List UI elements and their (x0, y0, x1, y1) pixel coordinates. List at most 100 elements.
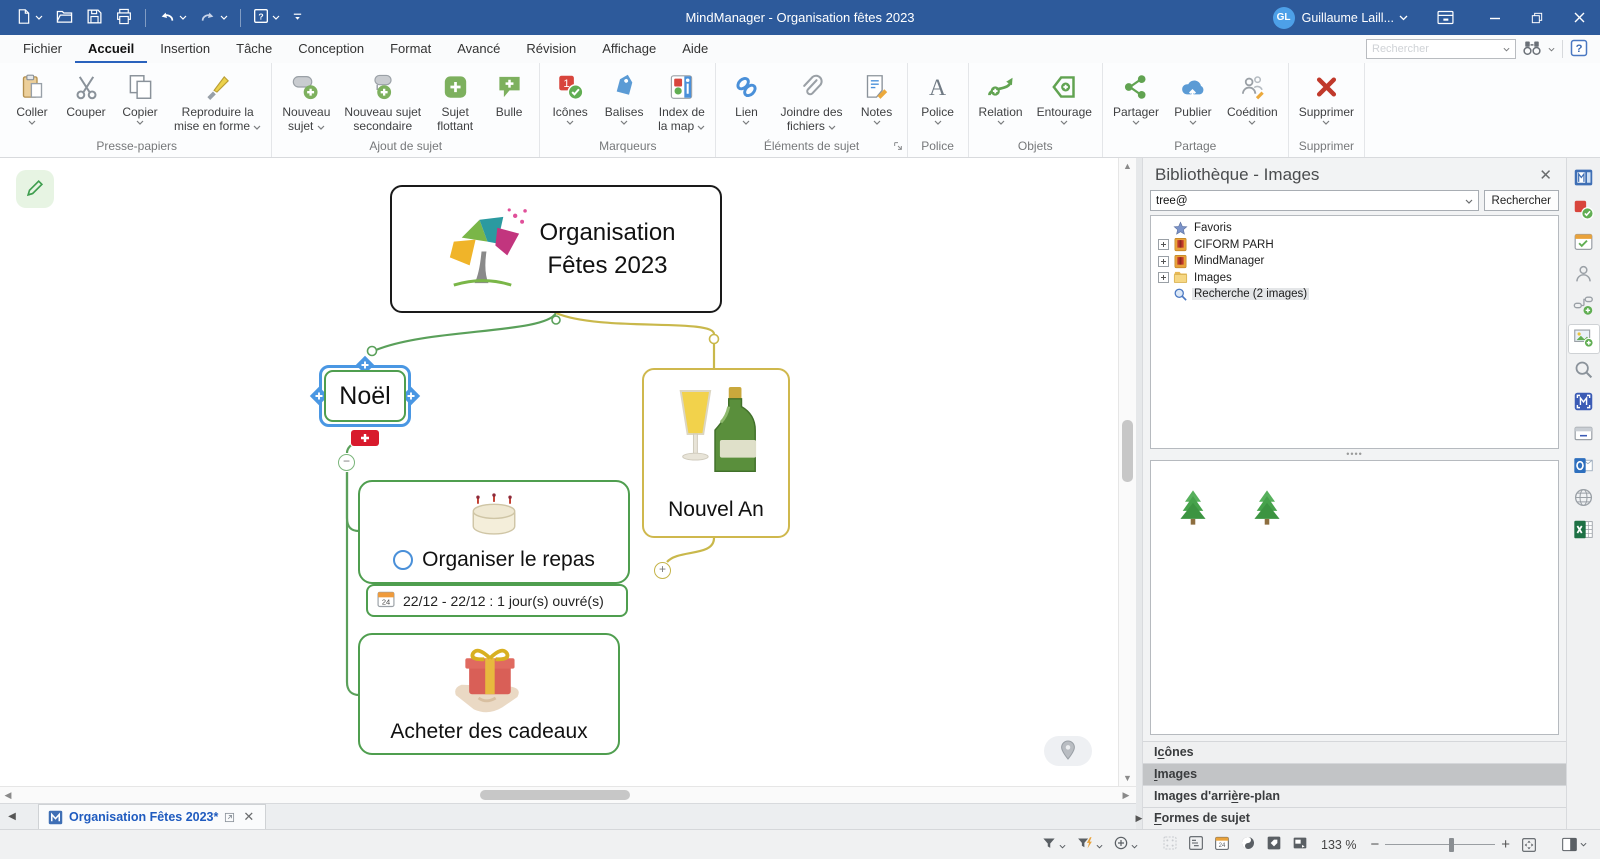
lien-button[interactable]: Lien (719, 68, 773, 129)
expand-icon[interactable] (1158, 239, 1169, 250)
user-name[interactable]: Guillaume Laill... (1302, 11, 1394, 25)
panel-close-icon[interactable]: ✕ (1535, 166, 1556, 184)
user-menu-chevron-icon[interactable] (1399, 11, 1408, 25)
resources-pane-button[interactable] (1569, 261, 1599, 289)
minimize-button[interactable] (1474, 0, 1516, 35)
ribbon-display-options-icon[interactable] (1424, 0, 1466, 35)
expand-icon[interactable] (1158, 272, 1169, 283)
task-date-info[interactable]: 24 22/12 - 22/12 : 1 jour(s) ouvré(s) (366, 584, 628, 617)
library-search-value[interactable]: tree@ (1156, 195, 1465, 207)
images-pane-button[interactable] (1569, 325, 1599, 353)
police-button[interactable]: APolice (911, 68, 965, 129)
combo-chevron-icon[interactable] (1465, 194, 1473, 208)
scroll-right-arrow[interactable]: ▶ (1118, 787, 1134, 803)
help-button[interactable]: ? (247, 5, 286, 31)
chevron-down-icon[interactable] (620, 119, 628, 128)
map-parts-pane-button[interactable] (1569, 293, 1599, 321)
tab-scroll-left-arrow[interactable]: ◀ (0, 804, 24, 829)
topic-noel[interactable]: Noël (324, 370, 406, 422)
excel-pane-button[interactable] (1569, 517, 1599, 545)
filter-button[interactable] (1036, 833, 1071, 857)
section-images[interactable]: Images (1143, 763, 1566, 785)
search-pane-button[interactable] (1569, 357, 1599, 385)
zoom-in-button[interactable]: + (1495, 836, 1516, 853)
topic-acheter-des-cadeaux[interactable]: Acheter des cadeaux (358, 633, 620, 755)
tree-item-ciform-parh[interactable]: CIFORM PARH (1151, 237, 1558, 254)
zoom-slider[interactable] (1385, 838, 1495, 852)
snap-pane-button[interactable] (1569, 389, 1599, 417)
topic-nouvel-an[interactable]: Nouvel An (642, 368, 790, 538)
chevron-down-icon[interactable] (1059, 838, 1066, 852)
power-filter-button[interactable] (1071, 833, 1108, 857)
ribbon-search-input[interactable] (1372, 43, 1503, 55)
task-progress-icon[interactable] (393, 550, 413, 570)
coedition-button[interactable]: Coédition (1220, 68, 1285, 129)
tab-aide[interactable]: Aide (669, 35, 721, 63)
library-pane-button[interactable] (1569, 165, 1599, 193)
tree-item-mindmanager[interactable]: MindManager (1151, 253, 1558, 270)
tab-fichier[interactable]: Fichier (10, 35, 75, 63)
section-images-d-arriere-plan[interactable]: Images d'arrière-plan (1143, 785, 1566, 807)
vertical-scrollbar[interactable]: ▲ ▼ (1118, 158, 1136, 786)
balises-button[interactable]: Balises (597, 68, 651, 129)
ribbon-search-box[interactable] (1366, 39, 1516, 59)
panel-inner-splitter[interactable]: •••• (1143, 449, 1566, 460)
coller-button[interactable]: Coller (5, 68, 59, 129)
tab-avance[interactable]: Avancé (444, 35, 513, 63)
supprimer-button[interactable]: Supprimer (1292, 68, 1361, 129)
sujet-flottant-button[interactable]: Sujetflottant (428, 68, 482, 134)
schedule-view-button[interactable]: 24 (1209, 833, 1235, 857)
partager-button[interactable]: Partager (1106, 68, 1166, 129)
print-button[interactable] (109, 5, 139, 31)
chevron-down-icon[interactable] (1248, 119, 1256, 128)
chevron-down-icon[interactable] (997, 119, 1005, 128)
chevron-down-icon[interactable] (1322, 119, 1330, 128)
bulle-button[interactable]: Bulle (482, 68, 536, 120)
restore-button[interactable] (1516, 0, 1558, 35)
panel-splitter[interactable]: ▶ (1136, 158, 1142, 829)
popout-icon[interactable] (224, 812, 235, 823)
chevron-down-icon[interactable] (1131, 838, 1138, 852)
library-search-combo[interactable]: tree@ (1150, 190, 1479, 211)
topic-organiser-le-repas[interactable]: Organiser le repas (358, 480, 630, 584)
chevron-down-icon[interactable] (742, 119, 750, 128)
document-tab[interactable]: Organisation Fêtes 2023* ✕ (38, 804, 266, 829)
horizontal-scroll-thumb[interactable] (480, 790, 630, 800)
task-info-pane-button[interactable] (1569, 229, 1599, 257)
notes-button[interactable]: Notes (850, 68, 904, 129)
icons-view-button[interactable] (1235, 833, 1261, 857)
section-icones[interactable]: Icônes (1143, 741, 1566, 763)
tab-insertion[interactable]: Insertion (147, 35, 223, 63)
help-icon[interactable]: ? (1570, 39, 1588, 60)
binoculars-icon[interactable] (1523, 39, 1541, 59)
slides-view-button[interactable] (1287, 833, 1313, 857)
add-subtopic-button[interactable] (351, 430, 379, 446)
horizontal-scrollbar[interactable]: ◀ ▶ (0, 786, 1136, 803)
chevron-down-icon[interactable] (28, 119, 36, 128)
entourage-button[interactable]: Entourage (1030, 68, 1099, 129)
splitter-expand-arrow[interactable]: ▶ (1134, 807, 1144, 829)
chevron-down-icon[interactable] (179, 15, 187, 20)
chevron-down-icon[interactable] (1096, 838, 1103, 852)
panel-toggle-button[interactable] (1556, 833, 1592, 857)
search-chevron-icon[interactable] (1503, 42, 1510, 56)
chevron-down-icon[interactable] (35, 15, 43, 20)
close-button[interactable] (1558, 0, 1600, 35)
nouveau-sujet-button[interactable]: Nouveausujet (275, 68, 337, 134)
outlook-pane-button[interactable] (1569, 453, 1599, 481)
joindre-des-fichiers-button[interactable]: Joindre desfichiers (773, 68, 849, 134)
rechercher-button[interactable]: Rechercher (1484, 190, 1559, 211)
vertical-scroll-thumb[interactable] (1122, 420, 1133, 482)
location-pin-badge[interactable] (1044, 736, 1092, 766)
icones-button[interactable]: 1Icônes (543, 68, 597, 129)
collapse-branch-button[interactable]: − (338, 454, 355, 471)
undo-button[interactable] (152, 5, 193, 31)
quick-add-button[interactable] (1108, 833, 1143, 857)
copier-button[interactable]: Copier (113, 68, 167, 129)
new-file-button[interactable] (10, 5, 49, 31)
save-button[interactable] (80, 5, 109, 31)
tab-conception[interactable]: Conception (285, 35, 377, 63)
relation-button[interactable]: Relation (972, 68, 1030, 129)
tree-item-recherche-2-images-[interactable]: Recherche (2 images) (1151, 286, 1558, 303)
scroll-left-arrow[interactable]: ◀ (0, 787, 16, 803)
